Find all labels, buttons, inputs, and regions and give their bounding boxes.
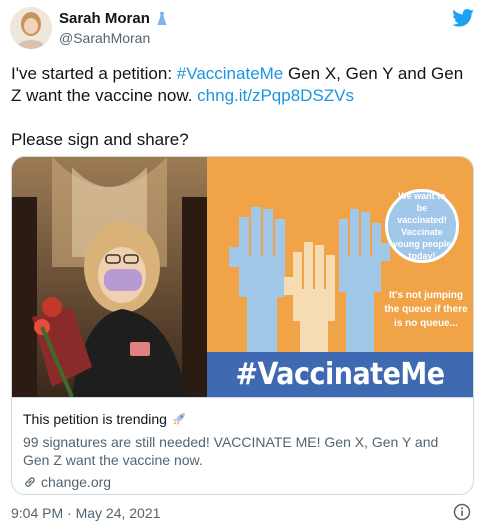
poster-bubble: We want to be vaccinated! Vaccinate youn… <box>385 189 459 263</box>
tweet-paragraph-2: Please sign and share? <box>11 130 189 149</box>
author-name-text: Sarah Moran <box>59 10 150 27</box>
photo-illustration <box>12 157 207 398</box>
author-handle[interactable]: @SarahMoran <box>59 30 150 46</box>
petition-link[interactable]: chng.it/zPqp8DSZVs <box>197 86 354 105</box>
card-image[interactable]: We want to be vaccinated! Vaccinate youn… <box>12 157 473 398</box>
author-name[interactable]: Sarah Moran <box>59 10 170 27</box>
twitter-logo-icon[interactable] <box>452 9 474 27</box>
card-meta[interactable]: This petition is trending 99 signatures … <box>12 397 473 490</box>
tweet-timestamp[interactable]: 9:04 PM · May 24, 2021 <box>11 505 160 521</box>
hashtag-link[interactable]: #VaccinateMe <box>177 64 283 83</box>
card-domain-text: change.org <box>41 474 112 490</box>
petition-photo <box>12 157 207 398</box>
tweet-text-lead: I've started a petition: <box>11 64 177 83</box>
dress-icon <box>157 11 167 25</box>
card-title-text: This petition is trending <box>23 411 167 427</box>
card-domain: change.org <box>23 474 111 490</box>
card-title: This petition is trending <box>23 411 187 427</box>
poster-queue-text: It's not jumping the queue if there is n… <box>384 290 468 329</box>
link-icon <box>25 477 35 487</box>
rocket-icon <box>172 413 185 425</box>
poster-hashtag: #VaccinateMe <box>207 352 473 397</box>
avatar[interactable] <box>10 7 52 49</box>
tweet-paragraph-1: I've started a petition: #VaccinateMe Ge… <box>11 63 473 107</box>
link-preview-card[interactable]: We want to be vaccinated! Vaccinate youn… <box>11 156 474 495</box>
avatar-photo <box>10 7 52 49</box>
card-description: 99 signatures are still needed! VACCINAT… <box>23 434 439 468</box>
info-icon[interactable] <box>453 503 471 521</box>
tweet-text: I've started a petition: #VaccinateMe Ge… <box>11 63 473 151</box>
petition-poster: We want to be vaccinated! Vaccinate youn… <box>207 157 473 397</box>
